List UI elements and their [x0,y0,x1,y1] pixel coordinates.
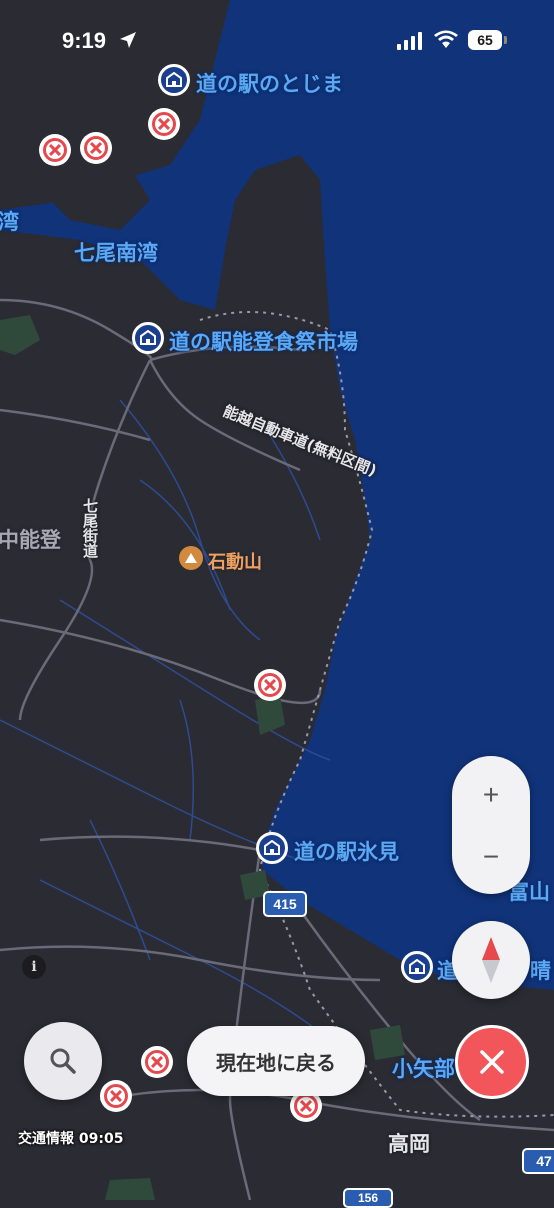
road-closure-icon[interactable] [100,1080,132,1112]
info-icon[interactable]: i [22,955,46,979]
zoom-out-button[interactable]: − [452,822,530,891]
place-label-nanao-south-bay: 七尾南湾 [74,241,158,265]
route-shield-415: 415 [263,891,307,917]
station-label-himi[interactable]: 道の駅氷見 [294,836,399,866]
michi-no-eki-icon[interactable] [158,64,190,96]
place-label-naka-noto: 中能登 [0,528,61,552]
search-icon [50,1048,76,1074]
cellular-signal-icon [397,32,422,50]
michi-no-eki-icon[interactable] [256,832,288,864]
road-closure-icon[interactable] [80,132,112,164]
place-label-clear-partial: 晴 [530,959,551,983]
location-arrow-icon [120,32,136,48]
mountain-icon[interactable] [179,546,203,570]
map-canvas[interactable] [0,0,554,1200]
zoom-in-button[interactable]: + [452,760,530,829]
wifi-icon [434,30,458,48]
search-button[interactable] [24,1022,102,1100]
road-closure-icon[interactable] [254,669,286,701]
route-shield-47: 47 [522,1148,554,1174]
road-closure-icon[interactable] [141,1046,173,1078]
station-label-noto-shokusai[interactable]: 道の駅能登食祭市場 [169,326,358,356]
route-shield-156: 156 [343,1188,393,1208]
battery-tip [504,36,507,44]
compass-icon [482,937,500,983]
traffic-info-timestamp: 交通情報 09:05 [18,1131,124,1147]
return-to-location-button[interactable]: 現在地に戻る [187,1026,365,1096]
compass-button[interactable] [452,921,530,999]
michi-no-eki-icon[interactable] [401,951,433,983]
close-icon [480,1050,504,1074]
place-label-oyabe: 小矢部 [392,1057,455,1081]
battery-indicator: 65 [468,30,502,50]
place-label-sekidozan[interactable]: 石動山 [208,548,262,574]
road-closure-icon[interactable] [39,134,71,166]
close-button[interactable] [455,1025,529,1099]
place-label-takaoka: 高岡 [388,1132,430,1156]
place-label-bay-partial: 湾 [0,210,19,234]
road-closure-icon[interactable] [148,108,180,140]
road-label-nanao-kaido: 七尾街道 [81,498,99,558]
michi-no-eki-icon[interactable] [132,322,164,354]
status-time: 9:19 [62,28,107,53]
zoom-control: + − [452,756,530,894]
station-label-notojima[interactable]: 道の駅のとじま [196,68,343,98]
